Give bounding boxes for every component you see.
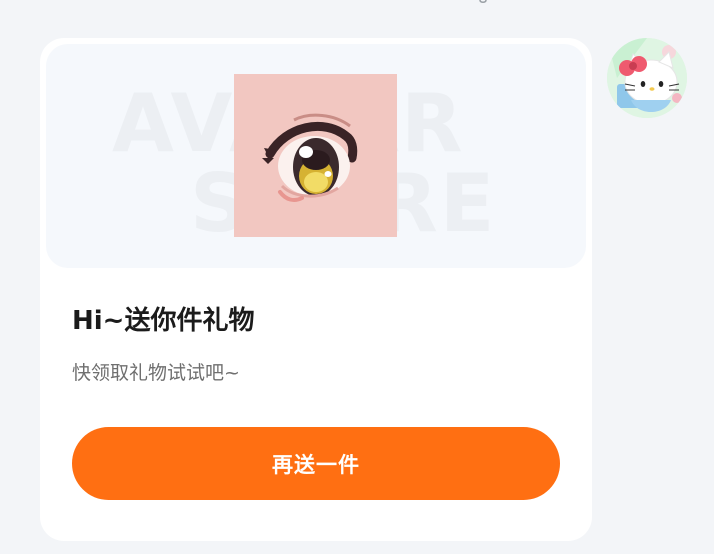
avatar[interactable] bbox=[607, 38, 687, 118]
anime-eye-icon bbox=[234, 74, 397, 237]
send-another-button[interactable]: 再送一件 bbox=[72, 427, 560, 500]
clipped-top-element bbox=[478, 0, 488, 4]
gift-banner: AVATAR STORE bbox=[46, 44, 586, 268]
gift-message-card: AVATAR STORE bbox=[40, 38, 592, 541]
partial-icon bbox=[479, 0, 487, 4]
chat-screen: AVATAR STORE bbox=[0, 0, 714, 554]
hello-kitty-avatar bbox=[607, 38, 687, 118]
card-title: Hi~送你件礼物 bbox=[72, 306, 255, 336]
card-subtitle: 快领取礼物试试吧~ bbox=[72, 362, 240, 384]
gift-item-image[interactable] bbox=[234, 74, 397, 237]
